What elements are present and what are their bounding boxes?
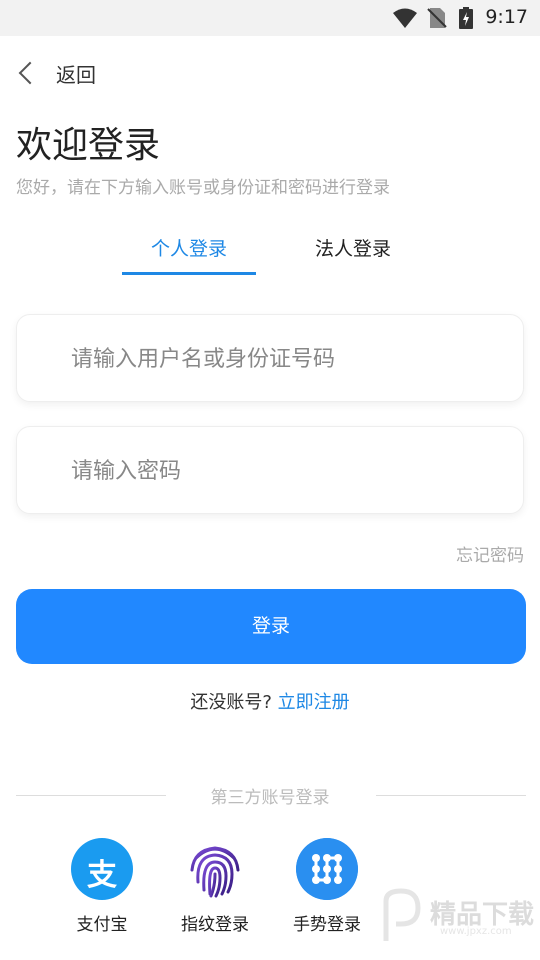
username-input[interactable] bbox=[69, 315, 503, 403]
password-field bbox=[16, 426, 524, 515]
gesture-icon bbox=[296, 838, 358, 900]
alipay-login-button[interactable]: 支 支付宝 bbox=[57, 838, 147, 935]
register-prompt: 还没账号? 立即注册 bbox=[0, 688, 540, 714]
password-input[interactable] bbox=[69, 427, 503, 515]
gesture-label: 手势登录 bbox=[293, 915, 361, 935]
login-button[interactable]: 登录 bbox=[16, 589, 526, 664]
status-time: 9:17 bbox=[485, 6, 528, 28]
fingerprint-login-button[interactable]: 指纹登录 bbox=[170, 838, 260, 935]
tab-personal-login[interactable]: 个人登录 bbox=[122, 234, 256, 261]
alipay-label: 支付宝 bbox=[76, 915, 128, 935]
no-account-text: 还没账号? bbox=[190, 692, 272, 713]
no-sim-icon bbox=[427, 8, 447, 28]
watermark-logo-icon bbox=[383, 888, 421, 941]
back-button[interactable]: 返回 bbox=[16, 58, 96, 88]
active-tab-indicator bbox=[122, 272, 256, 275]
tab-legal-person-login[interactable]: 法人登录 bbox=[286, 234, 420, 261]
fingerprint-icon bbox=[190, 846, 240, 898]
register-link[interactable]: 立即注册 bbox=[278, 692, 350, 713]
username-field bbox=[16, 314, 524, 403]
wifi-icon bbox=[393, 8, 417, 28]
gesture-login-button[interactable]: 手势登录 bbox=[282, 838, 372, 935]
fingerprint-label: 指纹登录 bbox=[181, 915, 249, 935]
alipay-icon: 支 bbox=[71, 838, 133, 900]
watermark: 精品下载 www.jpxz.com bbox=[370, 880, 540, 950]
divider-right bbox=[376, 795, 526, 796]
page-title: 欢迎登录 bbox=[16, 125, 161, 166]
alipay-glyph: 支 bbox=[87, 858, 117, 893]
forgot-password-link[interactable]: 忘记密码 bbox=[456, 541, 524, 566]
status-bar: 9:17 bbox=[0, 0, 540, 36]
watermark-url: www.jpxz.com bbox=[440, 926, 512, 937]
battery-charging-icon bbox=[459, 7, 473, 29]
chevron-left-icon bbox=[18, 61, 42, 85]
login-tabs: 个人登录 法人登录 bbox=[0, 230, 540, 278]
page-subtitle: 您好，请在下方输入账号或身份证和密码进行登录 bbox=[16, 178, 390, 198]
back-label: 返回 bbox=[56, 62, 96, 87]
